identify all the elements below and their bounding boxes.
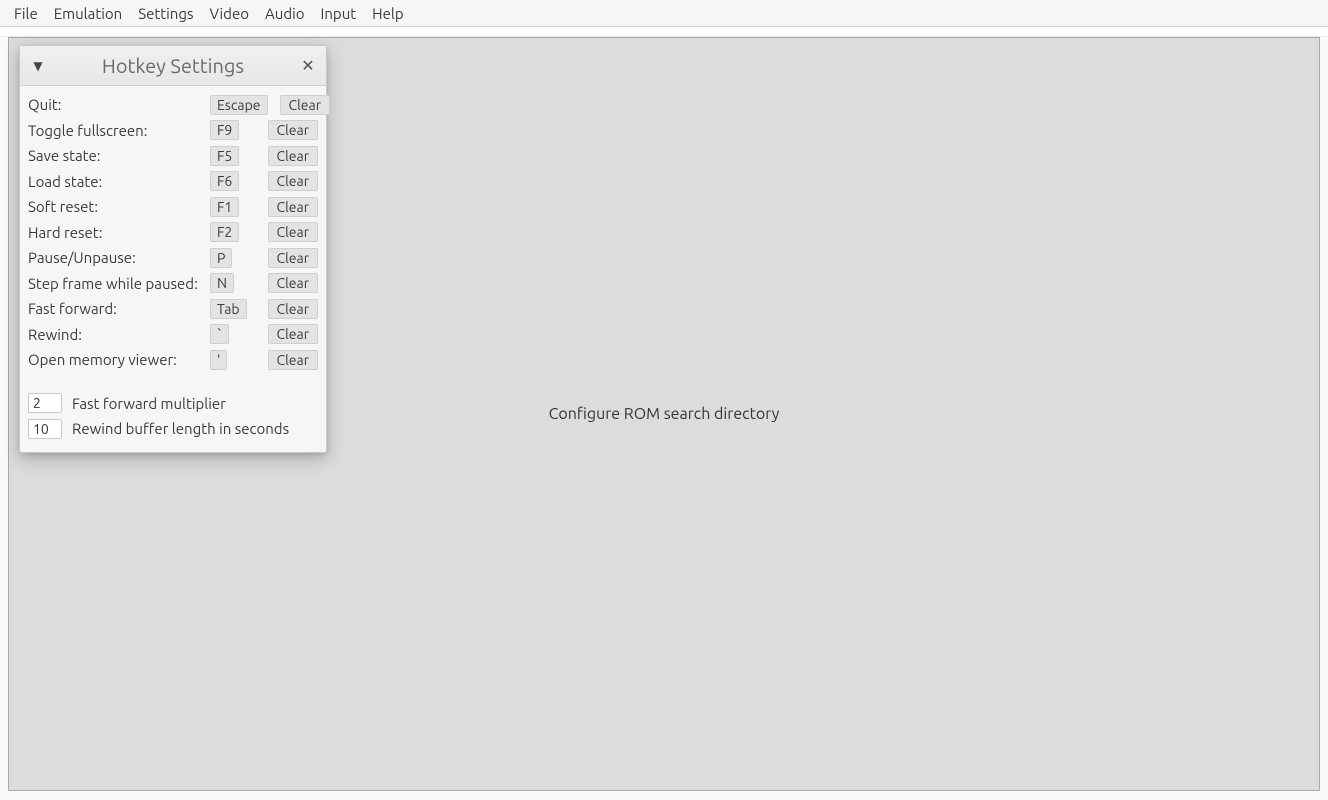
hotkey-row-save-state: Save state: F5 Clear [28,143,318,169]
hotkey-key-button[interactable]: ` [210,324,229,344]
clear-button[interactable]: Clear [268,146,318,166]
hotkey-label: Quit: [28,96,204,113]
menu-emulation[interactable]: Emulation [46,2,130,25]
clear-button[interactable]: Clear [268,197,318,217]
hotkey-key-button[interactable]: Tab [210,299,247,319]
menu-video[interactable]: Video [202,2,257,25]
hotkey-label: Step frame while paused: [28,275,204,292]
hotkey-label: Rewind: [28,326,204,343]
clear-button[interactable]: Clear [268,324,318,344]
toolbar-separator [0,27,1328,37]
hotkey-key-button[interactable]: Escape [210,95,268,115]
clear-button[interactable]: Clear [268,273,318,293]
hotkey-label: Hard reset: [28,224,204,241]
hotkey-row-soft-reset: Soft reset: F1 Clear [28,194,318,220]
panel-titlebar[interactable]: ▼ Hotkey Settings ✕ [20,46,326,86]
rewind-buffer-length-input[interactable] [28,419,62,439]
hotkey-key-button[interactable]: F5 [210,146,239,166]
fast-forward-multiplier-input[interactable] [28,393,62,413]
clear-button[interactable]: Clear [268,171,318,191]
main-viewport: Configure ROM search directory ▼ Hotkey … [8,37,1320,791]
hotkey-row-toggle-fullscreen: Toggle fullscreen: F9 Clear [28,118,318,144]
hotkey-row-hard-reset: Hard reset: F2 Clear [28,220,318,246]
clear-button[interactable]: Clear [268,299,318,319]
clear-button[interactable]: Clear [268,120,318,140]
clear-button[interactable]: Clear [280,95,330,115]
close-icon[interactable]: ✕ [298,56,318,75]
hotkey-row-load-state: Load state: F6 Clear [28,169,318,195]
hotkey-row-memory-viewer: Open memory viewer: ' Clear [28,347,318,373]
hotkey-row-rewind: Rewind: ` Clear [28,322,318,348]
menubar: File Emulation Settings Video Audio Inpu… [0,0,1328,27]
hotkey-row-pause: Pause/Unpause: P Clear [28,245,318,271]
hotkey-row-quit: Quit: Escape Clear [28,92,318,118]
hotkey-label: Open memory viewer: [28,351,204,368]
clear-button[interactable]: Clear [268,248,318,268]
hotkey-key-button[interactable]: ' [210,350,227,370]
numeric-label: Rewind buffer length in seconds [72,420,289,437]
collapse-icon[interactable]: ▼ [28,59,48,73]
hotkey-label: Pause/Unpause: [28,249,204,266]
hotkey-row-step-frame: Step frame while paused: N Clear [28,271,318,297]
hotkey-key-button[interactable]: F2 [210,222,239,242]
hotkey-key-button[interactable]: P [210,248,232,268]
hotkey-key-button[interactable]: F1 [210,197,239,217]
panel-body: Quit: Escape Clear Toggle fullscreen: F9… [20,86,326,452]
hotkey-label: Load state: [28,173,204,190]
hotkey-row-fast-forward: Fast forward: Tab Clear [28,296,318,322]
hotkey-key-button[interactable]: F6 [210,171,239,191]
menu-help[interactable]: Help [364,2,411,25]
menu-input[interactable]: Input [313,2,365,25]
hotkey-label: Soft reset: [28,198,204,215]
clear-button[interactable]: Clear [268,222,318,242]
menu-file[interactable]: File [6,2,46,25]
hotkey-key-button[interactable]: F9 [210,120,239,140]
numeric-row-rewind-buffer: Rewind buffer length in seconds [28,416,318,442]
menu-audio[interactable]: Audio [257,2,313,25]
panel-title: Hotkey Settings [48,54,298,77]
hotkey-key-button[interactable]: N [210,273,234,293]
hotkey-label: Save state: [28,147,204,164]
clear-button[interactable]: Clear [268,350,318,370]
numeric-label: Fast forward multiplier [72,395,226,412]
menu-settings[interactable]: Settings [130,2,201,25]
hotkey-label: Fast forward: [28,300,204,317]
numeric-row-ff-multiplier: Fast forward multiplier [28,391,318,417]
hotkey-settings-panel: ▼ Hotkey Settings ✕ Quit: Escape Clear T… [19,45,327,453]
hotkey-label: Toggle fullscreen: [28,122,204,139]
